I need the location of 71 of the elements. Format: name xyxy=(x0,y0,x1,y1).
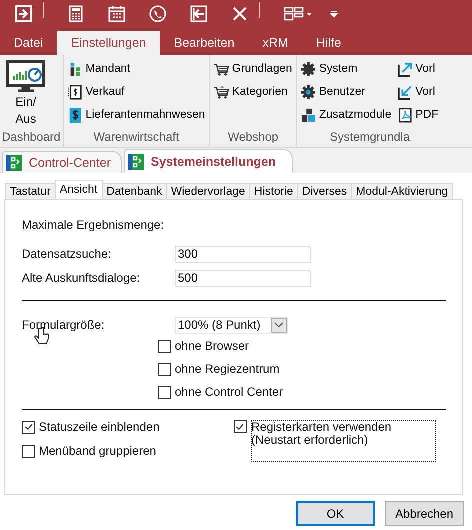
ribbon-item[interactable]: Vorl xyxy=(396,81,441,103)
customize-icon[interactable] xyxy=(327,8,341,18)
settings-icon xyxy=(301,62,316,76)
ribbon-item[interactable]: Zusatzmodule xyxy=(299,104,394,126)
arrow-in-icon xyxy=(398,84,413,100)
cart-icon xyxy=(214,84,230,100)
dialog-button[interactable]: Abbrechen xyxy=(385,501,464,526)
chevron-down-icon xyxy=(274,322,284,328)
group-label: Webshop xyxy=(227,130,280,146)
input-field[interactable]: 300 xyxy=(175,246,311,262)
module-icon xyxy=(6,154,22,170)
group-label: Systemgrundla xyxy=(328,130,412,146)
ribbon-item[interactable]: Mandant xyxy=(66,58,208,80)
module-icon xyxy=(128,154,144,170)
ribbon-item[interactable]: Kategorien xyxy=(212,81,294,103)
option-checkbox[interactable]: ohne Browser xyxy=(158,339,445,353)
group-label: Warenwirtschaft xyxy=(92,130,180,146)
calendar-icon[interactable] xyxy=(108,4,126,22)
ribbon-item[interactable]: Lieferantenmahnwesen xyxy=(66,104,208,126)
layout-icon[interactable] xyxy=(283,4,313,22)
checkbox[interactable] xyxy=(158,362,171,376)
section-heading: Maximale Ergebnismenge: xyxy=(22,218,166,232)
ribbon-tab[interactable]: Einstellungen xyxy=(57,31,160,55)
ribbon-item[interactable]: Grundlagen xyxy=(212,58,294,80)
option-checkbox[interactable]: ohne Regiezentrum xyxy=(158,362,445,376)
calculator-icon[interactable] xyxy=(67,4,85,22)
ribbon-item[interactable]: Verkauf xyxy=(66,81,208,103)
document-tab[interactable]: Control-Center xyxy=(2,151,122,173)
back-icon[interactable] xyxy=(190,4,208,22)
settings-tab[interactable]: Tastatur xyxy=(5,183,56,199)
settings-tab[interactable]: Modul-Aktivierung xyxy=(351,183,454,199)
settings-tab[interactable]: Diverses xyxy=(297,183,352,199)
checkbox[interactable] xyxy=(158,386,171,398)
checkbox[interactable] xyxy=(22,420,35,434)
option-checkbox[interactable]: Menüband gruppieren xyxy=(22,444,234,458)
ribbon-item[interactable]: Benutzer xyxy=(299,81,394,103)
settings-tab[interactable]: Datenbank xyxy=(102,183,168,199)
group-label: Dashboard xyxy=(2,130,61,146)
dollar-icon xyxy=(68,108,83,122)
field-label: Datensatzsuche: xyxy=(22,247,112,261)
settings-icon xyxy=(301,84,316,100)
ribbon-tab[interactable]: xRM xyxy=(248,31,302,55)
checkbox[interactable] xyxy=(158,340,171,352)
close-icon[interactable] xyxy=(231,4,249,22)
ribbon-tab[interactable]: Hilfe xyxy=(302,31,356,55)
ribbon-item[interactable]: System xyxy=(299,58,394,80)
settings-tab[interactable]: Wiedervorlage xyxy=(166,183,250,199)
ribbon-tab[interactable]: Bearbeiten xyxy=(160,31,249,55)
field-label: Alte Auskunftsdialoge: xyxy=(22,271,142,285)
monitor-chart-icon xyxy=(6,60,46,94)
arrow-out-icon xyxy=(398,62,413,76)
checkbox[interactable] xyxy=(22,444,35,458)
field-label: Formulargröße: xyxy=(22,318,106,332)
option-checkbox[interactable]: Statuszeile einblenden xyxy=(22,420,234,434)
exit-icon[interactable] xyxy=(15,4,33,22)
ribbon-tab[interactable]: Datei xyxy=(0,31,58,55)
document-tab[interactable]: Systemeinstellungen xyxy=(124,149,294,173)
dialog-button[interactable]: OK xyxy=(296,501,375,526)
blocks-icon xyxy=(301,108,316,122)
ribbon-item[interactable]: Vorl xyxy=(396,58,441,80)
cart-icon xyxy=(214,62,230,76)
input-field[interactable]: 500 xyxy=(175,270,311,286)
checkbox[interactable] xyxy=(234,420,246,433)
dashboard-toggle-button[interactable]: Ein/ Aus xyxy=(2,58,50,130)
settings-tab[interactable]: Historie xyxy=(249,183,298,199)
pdf-icon xyxy=(398,108,413,122)
size-dropdown[interactable]: 100% (8 Punkt) xyxy=(175,316,288,334)
ribbon-item[interactable]: PDF xyxy=(396,104,441,126)
phone-icon[interactable] xyxy=(149,4,167,22)
document-icon xyxy=(68,84,83,100)
option-checkbox[interactable]: ohne Control Center xyxy=(158,385,445,399)
